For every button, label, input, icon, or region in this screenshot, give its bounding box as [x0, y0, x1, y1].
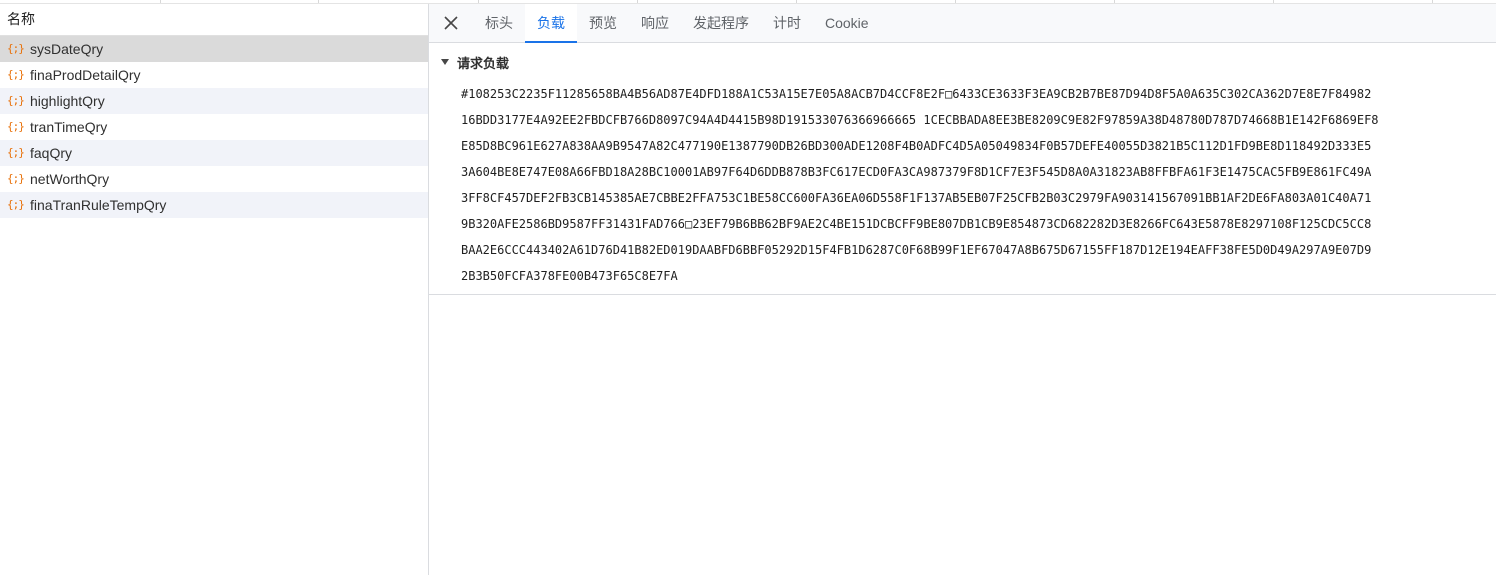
- timeline-tick: [1114, 0, 1115, 3]
- payload-line: 3A604BE8E747E08A66FBD18A28BC10001AB97F64…: [461, 165, 1372, 179]
- xhr-json-icon: {;}: [7, 94, 25, 107]
- request-name: finaTranRuleTempQry: [30, 197, 167, 213]
- details-tabbar: 标头 负载 预览 响应 发起程序 计时 Cookie: [429, 4, 1496, 43]
- devtools-network-window: 名称 {;} sysDateQry {;} finaProdDetailQry {;} h…: [0, 0, 1496, 575]
- timeline-tick: [1432, 0, 1433, 3]
- request-row[interactable]: {;} finaTranRuleTempQry: [0, 192, 428, 218]
- details-tab[interactable]: Cookie: [813, 4, 881, 42]
- request-row[interactable]: {;} netWorthQry: [0, 166, 428, 192]
- expand-triangle-icon: [441, 59, 449, 65]
- details-tab[interactable]: 计时: [761, 4, 813, 42]
- xhr-json-icon: {;}: [7, 146, 25, 159]
- request-list-panel: 名称 {;} sysDateQry {;} finaProdDetailQry {;} h…: [0, 4, 429, 575]
- details-tab[interactable]: 响应: [629, 4, 681, 42]
- payload-section-header[interactable]: 请求负载: [429, 43, 1496, 81]
- payload-line: 3FF8CF457DEF2FB3CB145385AE7CBBE2FFA753C1…: [461, 191, 1372, 205]
- xhr-json-icon: {;}: [7, 198, 25, 211]
- payload-line: BAA2E6CCC443402A61D76D41B82ED019DAABFD6B…: [461, 243, 1372, 257]
- request-name: netWorthQry: [30, 171, 110, 187]
- payload-line: 2B3B50FCFA378FE00B473F65C8E7FA: [461, 269, 678, 283]
- details-tab[interactable]: 负载: [525, 4, 577, 43]
- timeline-tick: [1273, 0, 1274, 3]
- timeline-tick: [796, 0, 797, 3]
- request-name: sysDateQry: [30, 41, 104, 57]
- request-row[interactable]: {;} sysDateQry: [0, 36, 428, 62]
- payload-line: 9B320AFE2586BD9587FF31431FAD766□23EF79B6…: [461, 217, 1372, 231]
- request-name: tranTimeQry: [30, 119, 108, 135]
- close-details-button[interactable]: [429, 4, 473, 42]
- payload-section-title: 请求负载: [457, 55, 510, 71]
- details-tab[interactable]: 标头: [473, 4, 525, 42]
- timeline-tick: [318, 0, 319, 3]
- xhr-json-icon: {;}: [7, 172, 25, 185]
- request-list: {;} sysDateQry {;} finaProdDetailQry {;} high…: [0, 36, 428, 218]
- xhr-json-icon: {;}: [7, 68, 25, 81]
- payload-content: #108253C2235F11285658BA4B56AD87E4DFD188A…: [429, 81, 1496, 289]
- payload-line: #108253C2235F11285658BA4B56AD87E4DFD188A…: [461, 87, 1372, 101]
- xhr-json-icon: {;}: [7, 42, 25, 55]
- timeline-tick: [160, 0, 161, 3]
- request-payload-section: 请求负载 #108253C2235F11285658BA4B56AD87E4DF…: [429, 43, 1496, 295]
- request-row[interactable]: {;} tranTimeQry: [0, 114, 428, 140]
- timeline-tick: [955, 0, 956, 3]
- request-details-panel: 标头 负载 预览 响应 发起程序 计时 Cookie 请求负载 #108253C2235F1…: [429, 4, 1496, 575]
- request-name: faqQry: [30, 145, 73, 161]
- details-tabs: 标头 负载 预览 响应 发起程序 计时 Cookie: [473, 4, 881, 43]
- request-row[interactable]: {;} highlightQry: [0, 88, 428, 114]
- payload-line: E85D8BC961E627A838AA9B9547A82C477190E138…: [461, 139, 1372, 153]
- name-column-header[interactable]: 名称: [0, 4, 428, 36]
- details-tab[interactable]: 发起程序: [681, 4, 761, 42]
- close-icon: [444, 16, 458, 30]
- timeline-tick: [637, 0, 638, 3]
- details-tab[interactable]: 预览: [577, 4, 629, 42]
- timeline-tick: [478, 0, 479, 3]
- xhr-json-icon: {;}: [7, 120, 25, 133]
- request-name: highlightQry: [30, 93, 105, 109]
- request-name: finaProdDetailQry: [30, 67, 141, 83]
- request-row[interactable]: {;} faqQry: [0, 140, 428, 166]
- payload-line: 16BDD3177E4A92EE2FBDCFB766D8097C94A4D441…: [461, 113, 1379, 127]
- request-row[interactable]: {;} finaProdDetailQry: [0, 62, 428, 88]
